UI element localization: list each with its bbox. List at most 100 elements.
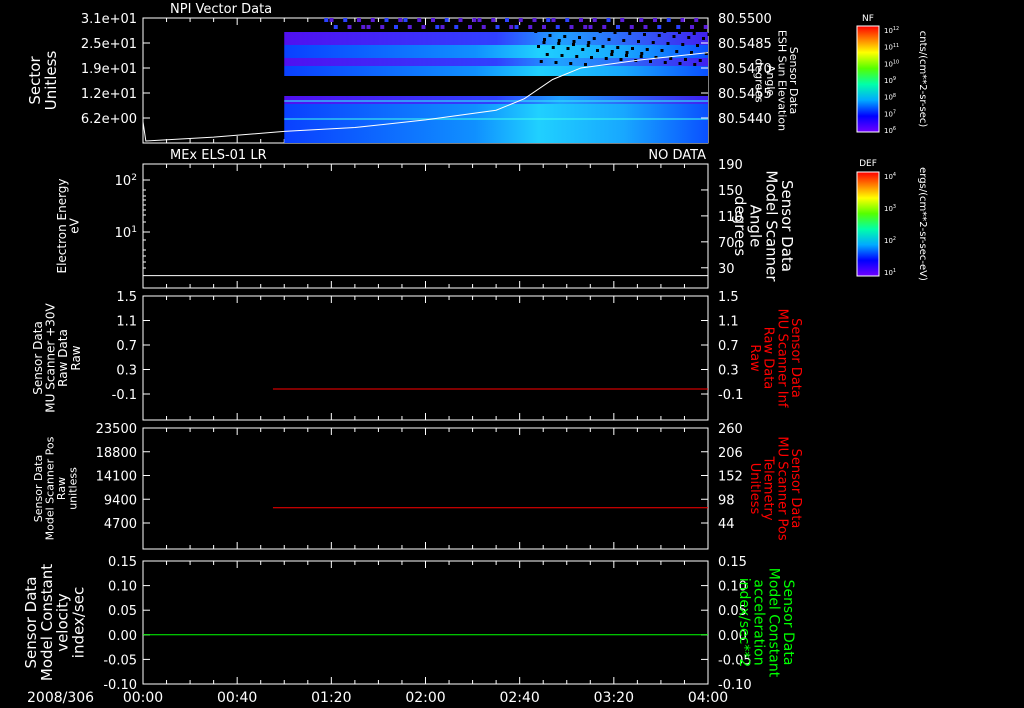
colorbar-def-tick: 101: [884, 268, 896, 277]
heatmap-pixel: [602, 25, 607, 29]
heatmap-gap-pixel: [537, 45, 540, 48]
heatmap-gap-pixel: [696, 44, 699, 47]
y-tick-label-right: 1.5: [718, 290, 739, 305]
heatmap-gap-pixel: [619, 58, 623, 61]
colorbar-def-tick: 103: [884, 204, 896, 213]
heatmap-pixel: [546, 18, 551, 22]
heatmap-pixel: [514, 25, 519, 29]
y-tick-label-left: 2.5e+01: [81, 37, 137, 52]
heatmap-pixel: [657, 25, 662, 29]
heatmap-pixel: [370, 18, 375, 22]
y-axis-label-left: SectorUnitless: [26, 51, 60, 111]
panel-border: [142, 163, 709, 289]
heatmap-pixel: [458, 18, 463, 22]
heatmap-gap-pixel: [601, 45, 605, 48]
panel-border: [142, 295, 709, 421]
heatmap-band: [284, 45, 708, 58]
heatmap: [284, 18, 711, 143]
colorbar-def-units: ergs/(cm**2-sr-sec-eV): [917, 167, 928, 281]
heatmap-gap-pixel: [592, 37, 596, 40]
heatmap-gap-pixel: [663, 61, 667, 64]
heatmap-gap-pixel: [563, 35, 567, 38]
colorbar-def: DEF 104 103 102 101 ergs/(cm**2-sr-sec-eV): [856, 159, 928, 281]
heatmap-pixel: [472, 18, 477, 22]
time-tick-label: 01:20: [311, 690, 351, 706]
colorbar-nf-tick: 1012: [884, 26, 899, 35]
panel-3-frame: 1.5 1.1 0.7 0.3 -0.1 1.5 1.1 0.7 0.3 -0.1 Sensor D…: [31, 290, 803, 421]
heatmap-gap-pixel: [663, 30, 667, 33]
heatmap-pixel: [629, 25, 634, 29]
time-tick-label: 04:00: [688, 690, 728, 706]
heatmap-pixel: [403, 18, 408, 22]
heatmap-gap-pixel: [690, 51, 693, 54]
panel-2-frame: MEx ELS-01 LR NO DATA1021011901501107030E…: [55, 148, 928, 289]
y-axis-label-left: Sensor DataMU Scanner +30VRaw DataRaw: [31, 303, 83, 413]
heatmap-gap-pixel: [578, 36, 581, 39]
heatmap-gap-pixel: [643, 33, 646, 36]
heatmap-gap-pixel: [649, 60, 652, 63]
heatmap-pixel: [551, 18, 556, 22]
heatmap-gap-pixel: [639, 55, 643, 58]
colorbar-nf-tick: 108: [884, 93, 896, 102]
heatmap-gap-pixel: [587, 41, 591, 44]
heatmap-pixel: [703, 25, 708, 29]
y-tick-label-right: 80.5440: [718, 112, 772, 127]
y-tick-label-right: 98: [718, 493, 735, 508]
heatmap-pixel: [532, 18, 537, 22]
heatmap-gap-pixel: [678, 62, 682, 65]
heatmap-gap-pixel: [702, 37, 705, 40]
heatmap-gap-pixel: [687, 36, 691, 39]
heatmap-pixel: [588, 25, 593, 29]
panel-1-frame: 3.1e+01 2.5e+01 1.9e+01 1.2e+01 6.2e+00 80.55…: [26, 2, 928, 144]
y-tick-label-left: 0.7: [116, 339, 137, 354]
heatmap-pixel: [417, 18, 422, 22]
y-tick-label-left: 102: [115, 173, 137, 189]
y-tick-label-left: -0.1: [112, 388, 137, 403]
heatmap-gap-pixel: [610, 50, 614, 53]
heatmap-gap-pixel: [581, 48, 585, 51]
heatmap-gap-pixel: [625, 51, 629, 54]
colorbar-def-title: DEF: [859, 159, 877, 169]
heatmap-gap-pixel: [660, 49, 664, 52]
heatmap-gap-pixel: [678, 31, 681, 34]
y-tick-label-right: 206: [718, 446, 743, 461]
y-axis-label-right: Sensor DataMU Scanner InfRaw DataRaw: [747, 309, 803, 408]
heatmap-pixel: [505, 18, 509, 22]
heatmap-pixel: [616, 25, 620, 29]
y-tick-label-left: 1.2e+01: [81, 87, 137, 102]
y-tick-label-right: 0.3: [718, 364, 739, 379]
heatmap-gap-pixel: [607, 38, 611, 41]
y-tick-label-right: 80.5485: [718, 37, 772, 52]
y-tick-label-right: 1.1: [718, 315, 739, 330]
heatmap-gap-pixel: [613, 31, 617, 34]
y-tick-label-left: 0.3: [116, 364, 137, 379]
heatmap-gap-pixel: [542, 41, 546, 44]
y-axis-label-left: Sensor DataModel Constantvelocityindex/s…: [22, 564, 87, 681]
heatmap-gap-pixel: [551, 46, 555, 49]
heatmap-pixel: [380, 25, 385, 29]
heatmap-pixel: [431, 18, 435, 22]
heatmap-gap-pixel: [672, 35, 676, 38]
panel-border: [142, 427, 709, 550]
y-tick-label-left: 0.05: [108, 604, 137, 619]
colorbar-def-tick: 102: [884, 236, 896, 245]
heatmap-gap-pixel: [566, 47, 570, 50]
heatmap-gap-pixel: [631, 47, 634, 50]
heatmap-pixel: [366, 25, 371, 29]
heatmap-gap-pixel: [625, 54, 628, 57]
panel-1-title: NPI Vector Data: [170, 2, 272, 17]
time-tick-label: 02:00: [405, 690, 445, 706]
heatmap-gap-pixel: [557, 42, 561, 45]
colorbar-nf-tick: 1011: [884, 43, 899, 52]
heatmap-pixel: [495, 25, 500, 29]
heatmap-pixel: [477, 18, 482, 22]
y-tick-label-left: 3.1e+01: [81, 12, 137, 27]
heatmap-pixel: [690, 25, 694, 29]
heatmap-gap-pixel: [569, 62, 573, 65]
heatmap-pixel: [454, 25, 459, 29]
colorbar-nf-tick: 107: [884, 110, 896, 119]
y-tick-label-right: 190: [718, 158, 743, 173]
heatmap-pixel: [491, 18, 496, 22]
y-tick-label-left: 9400: [104, 493, 137, 508]
y-tick-label-right: 0.15: [718, 555, 747, 570]
